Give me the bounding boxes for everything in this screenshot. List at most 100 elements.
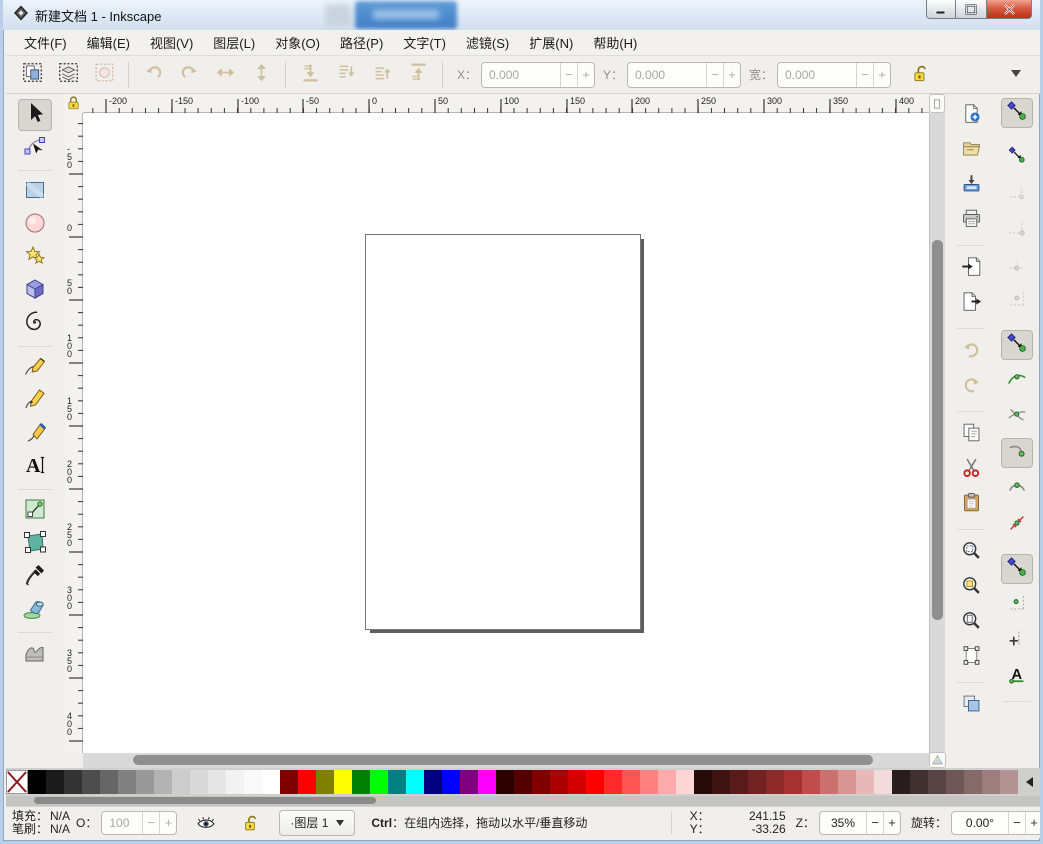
snap-nodes-button[interactable] [1001, 330, 1033, 360]
paint-bucket-tool-button[interactable] [18, 594, 52, 626]
color-swatch[interactable] [928, 770, 946, 794]
color-swatch[interactable] [856, 770, 874, 794]
color-swatch[interactable] [1000, 770, 1018, 794]
mesh-gradient-tool-button[interactable] [18, 528, 52, 560]
color-swatch[interactable] [874, 770, 892, 794]
coord-width-field[interactable]: 0.000 [778, 68, 856, 82]
color-swatch[interactable] [82, 770, 100, 794]
box-3d-tool-button[interactable] [18, 275, 52, 307]
canvas[interactable] [83, 113, 929, 753]
snap-bounding-box-button[interactable] [1001, 142, 1033, 172]
rotation-increment-button[interactable]: + [1025, 812, 1042, 834]
menu-view[interactable]: 视图(V) [140, 30, 203, 55]
snap-others-button[interactable] [1001, 554, 1033, 584]
export-button[interactable] [956, 290, 986, 318]
snap-cusp-nodes-button[interactable] [1001, 438, 1033, 468]
color-swatch[interactable] [352, 770, 370, 794]
fill-stroke-indicator[interactable]: 填充：N/A 笔刷：N/A [12, 810, 70, 836]
snap-enable-button[interactable] [1001, 98, 1033, 128]
color-swatch[interactable] [820, 770, 838, 794]
snap-bbox-edge-midpoints-button[interactable] [1001, 250, 1033, 280]
snap-text-baselines-button[interactable]: A [1001, 662, 1033, 692]
color-swatch[interactable] [190, 770, 208, 794]
color-swatch[interactable] [388, 770, 406, 794]
color-swatch[interactable] [784, 770, 802, 794]
menu-object[interactable]: 对象(O) [265, 30, 330, 55]
horizontal-ruler[interactable]: -200-150-100-50050100150200250300350400 [83, 94, 929, 113]
tweak-tool-button[interactable] [18, 638, 52, 670]
color-swatch[interactable] [478, 770, 496, 794]
cut-button[interactable] [956, 456, 986, 484]
color-swatch[interactable] [370, 770, 388, 794]
zoom-drawing-button[interactable] [956, 574, 986, 602]
zoom-decrement-button[interactable]: − [866, 812, 883, 834]
scrollbar-corner-page-button[interactable] [929, 94, 945, 113]
color-swatch[interactable] [514, 770, 532, 794]
coord-y-field[interactable]: 0.000 [628, 68, 706, 82]
menu-path[interactable]: 路径(P) [330, 30, 393, 55]
color-swatch[interactable] [730, 770, 748, 794]
duplicate-button[interactable] [956, 692, 986, 720]
horizontal-scrollbar-thumb[interactable] [133, 755, 873, 765]
color-swatch[interactable] [298, 770, 316, 794]
opacity-increment-button[interactable]: + [159, 812, 176, 834]
color-swatch[interactable] [604, 770, 622, 794]
color-swatch[interactable] [424, 770, 442, 794]
node-editor-tool-button[interactable] [18, 132, 52, 164]
color-swatch[interactable] [64, 770, 82, 794]
snap-paths-button[interactable] [1001, 366, 1033, 396]
lower-to-bottom-button[interactable] [295, 60, 325, 90]
color-swatch[interactable] [208, 770, 226, 794]
raise-one-step-button[interactable] [367, 60, 397, 90]
color-swatch[interactable] [694, 770, 712, 794]
pencil-tool-button[interactable] [18, 352, 52, 384]
menu-layer[interactable]: 图层(L) [203, 30, 265, 55]
vertical-ruler[interactable]: -50050100150200250300350400 [65, 113, 83, 753]
snap-bbox-edges-button[interactable] [1001, 178, 1033, 208]
opacity-decrement-button[interactable]: − [142, 812, 159, 834]
selector-tool-button[interactable] [18, 99, 52, 131]
color-swatch[interactable] [100, 770, 118, 794]
spiral-tool-button[interactable] [18, 308, 52, 340]
color-swatch[interactable] [748, 770, 766, 794]
raise-to-top-button[interactable] [403, 60, 433, 90]
menu-filters[interactable]: 滤镜(S) [456, 30, 519, 55]
lock-dimensions-button[interactable] [905, 60, 935, 90]
flip-horizontal-button[interactable] [210, 60, 240, 90]
color-swatch[interactable] [244, 770, 262, 794]
color-swatch[interactable] [910, 770, 928, 794]
color-swatch[interactable] [532, 770, 550, 794]
lower-one-step-button[interactable] [331, 60, 361, 90]
bezier-pen-tool-button[interactable] [18, 385, 52, 417]
rotation-field[interactable]: 0.00° [952, 816, 1008, 830]
color-management-toggle-button[interactable] [929, 752, 946, 768]
select-all-layers-button[interactable] [53, 60, 83, 90]
color-swatch[interactable] [118, 770, 136, 794]
guide-lock-button[interactable] [64, 94, 83, 113]
color-swatch[interactable] [406, 770, 424, 794]
color-swatch[interactable] [550, 770, 568, 794]
color-swatch[interactable] [136, 770, 154, 794]
horizontal-scrollbar[interactable] [83, 753, 929, 768]
palette-scrollbar[interactable] [6, 796, 1043, 806]
color-swatch[interactable] [442, 770, 460, 794]
rectangle-tool-button[interactable] [18, 176, 52, 208]
swatch-none[interactable] [6, 770, 28, 794]
snap-smooth-nodes-button[interactable] [1001, 474, 1033, 504]
color-swatch[interactable] [964, 770, 982, 794]
color-swatch[interactable] [46, 770, 64, 794]
palette-scrollbar-thumb[interactable] [34, 797, 376, 804]
select-all-button[interactable] [17, 60, 47, 90]
opacity-field[interactable]: 100 [102, 816, 142, 830]
coord-x-decrement-button[interactable]: − [560, 63, 577, 87]
color-swatch[interactable] [802, 770, 820, 794]
color-swatch[interactable] [640, 770, 658, 794]
zoom-increment-button[interactable]: + [883, 812, 900, 834]
color-swatch[interactable] [226, 770, 244, 794]
color-swatch[interactable] [568, 770, 586, 794]
star-tool-button[interactable] [18, 242, 52, 274]
ellipse-tool-button[interactable] [18, 209, 52, 241]
vertical-scrollbar[interactable] [929, 113, 945, 753]
coord-width-increment-button[interactable]: + [873, 63, 890, 87]
color-swatch[interactable] [316, 770, 334, 794]
